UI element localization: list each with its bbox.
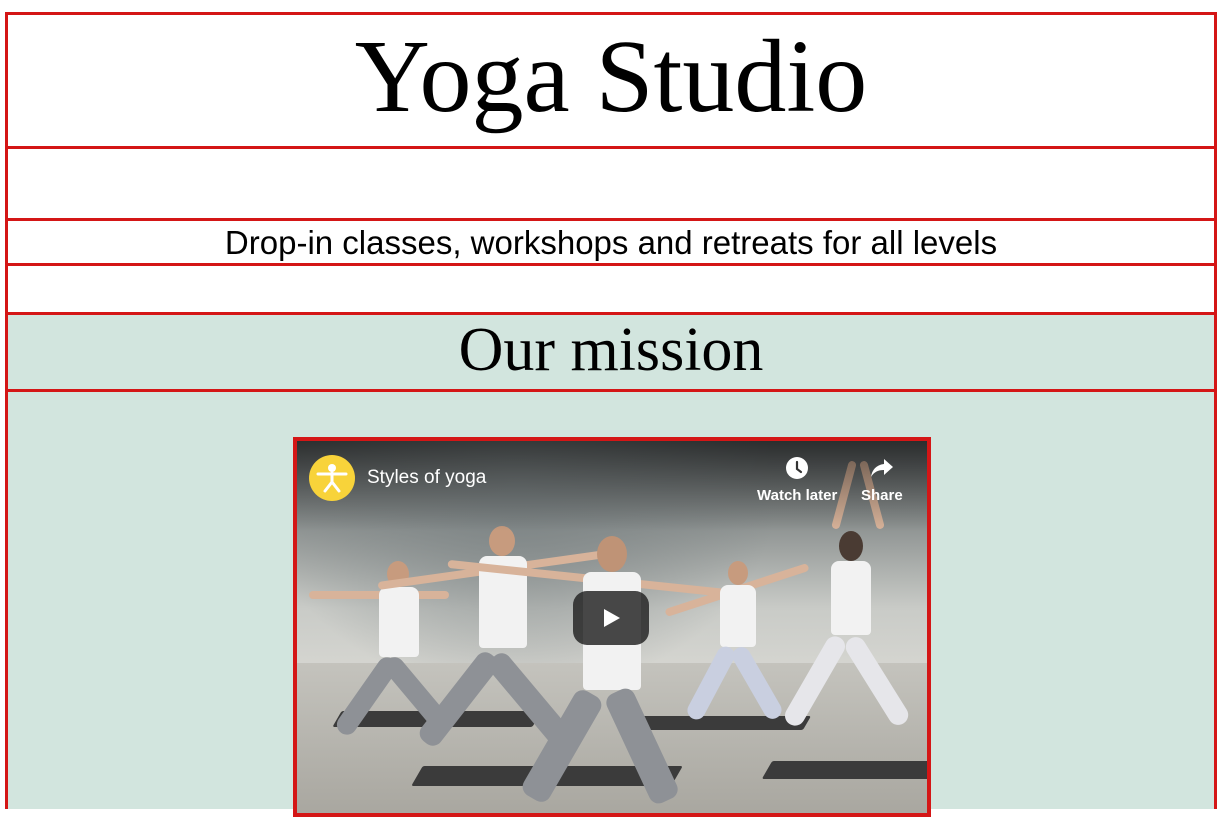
watch-later-label: Watch later xyxy=(757,487,838,504)
share-icon xyxy=(870,459,893,477)
video-section: Styles of yoga Watch later Share xyxy=(5,389,1217,817)
page: Yoga Studio Drop-in classes, workshops a… xyxy=(5,12,1217,817)
play-icon xyxy=(604,609,620,627)
video-header: Styles of yoga Watch later Share xyxy=(297,441,927,531)
yoga-person-icon[interactable] xyxy=(309,455,355,501)
share-button[interactable]: Share xyxy=(861,455,903,504)
site-title: Yoga Studio xyxy=(354,18,868,134)
yoga-mat xyxy=(622,716,812,730)
video-title[interactable]: Styles of yoga xyxy=(367,467,486,489)
tagline: Drop-in classes, workshops and retreats … xyxy=(224,223,998,261)
spacer-block xyxy=(5,263,1217,315)
tagline-section: Drop-in classes, workshops and retreats … xyxy=(5,218,1217,266)
video-embed[interactable]: Styles of yoga Watch later Share xyxy=(293,437,931,817)
watch-later-button[interactable]: Watch later xyxy=(757,455,837,504)
yoga-mat xyxy=(761,761,927,779)
clock-icon xyxy=(786,457,809,479)
title-section: Yoga Studio xyxy=(5,12,1217,149)
mission-section: Our mission xyxy=(5,312,1217,392)
play-button[interactable] xyxy=(573,591,649,645)
mission-heading: Our mission xyxy=(458,316,764,384)
share-label: Share xyxy=(861,487,903,504)
spacer-block xyxy=(5,146,1217,221)
